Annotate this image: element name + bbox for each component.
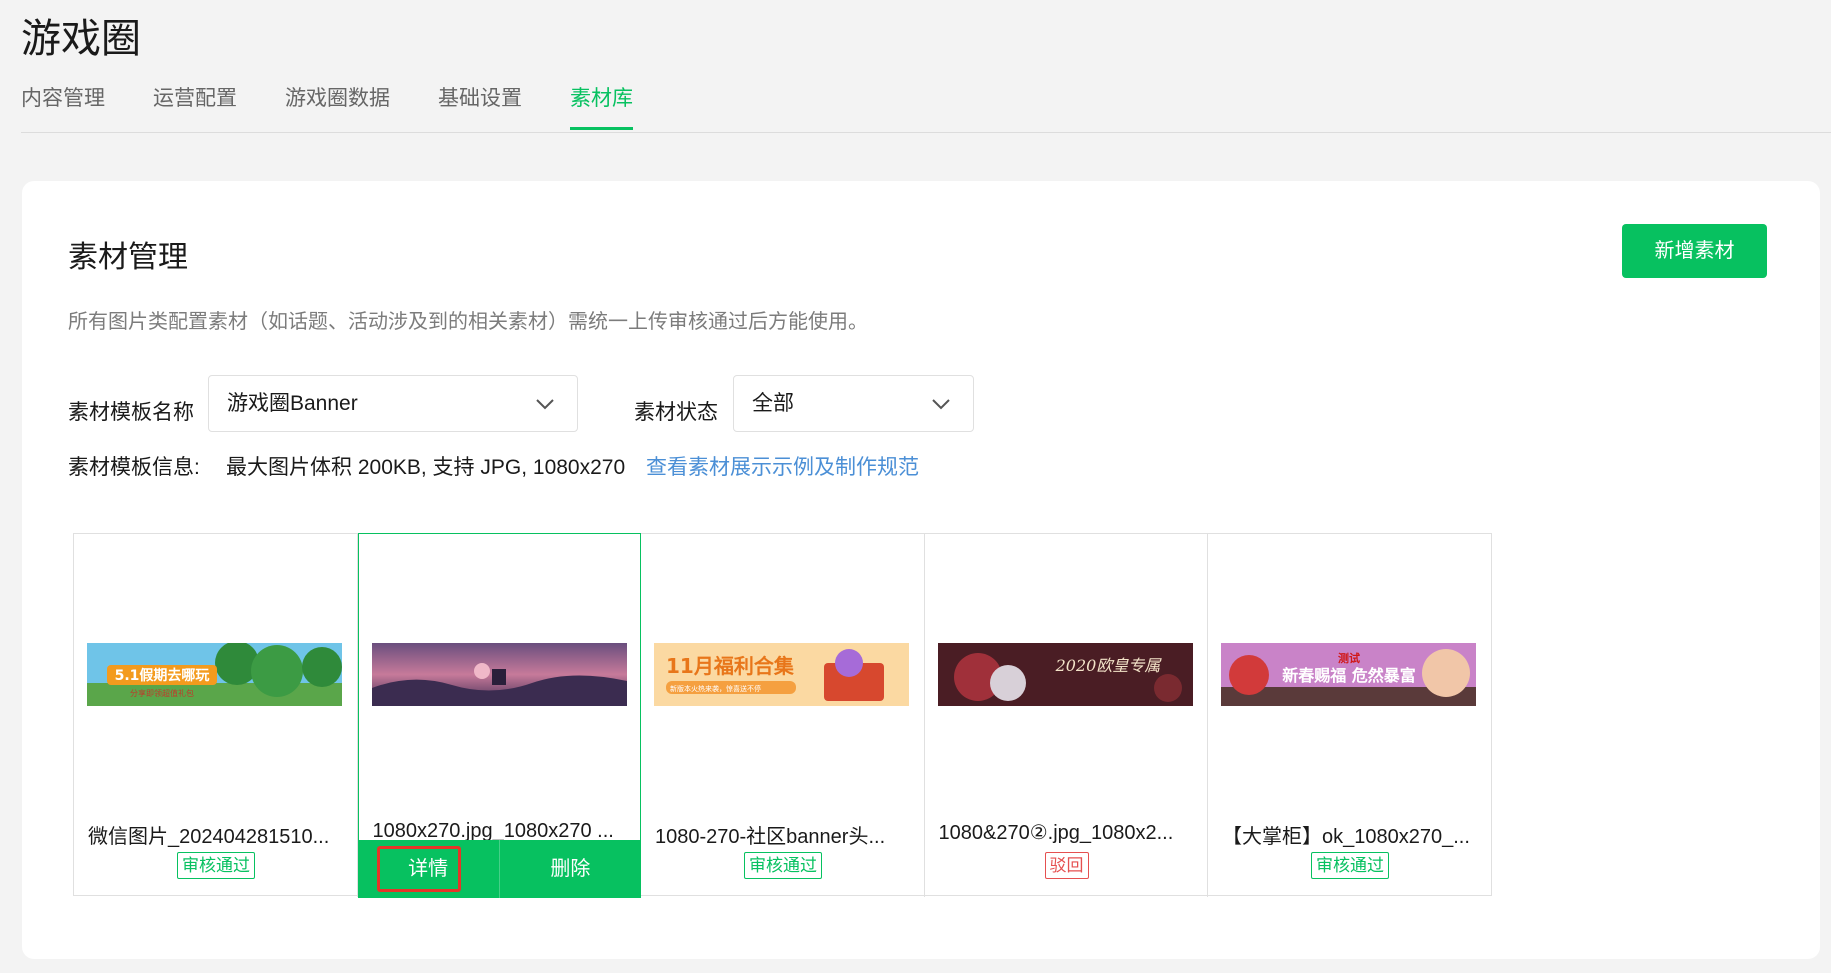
material-thumbnail <box>371 643 627 706</box>
material-grid: 5.1假期去哪玩 分享即领超值礼包 微信图片_202404281510... 审… <box>73 533 1492 898</box>
thumb-title: 新春赐福 危然暴富 <box>1282 666 1416 685</box>
chevron-down-icon <box>932 399 950 410</box>
status-select-value: 全部 <box>752 392 794 415</box>
material-name: 1080-270-社区banner头... <box>655 826 886 848</box>
material-card[interactable]: 5.1假期去哪玩 分享即领超值礼包 微信图片_202404281510... 审… <box>74 534 358 897</box>
header: 游戏圈 内容管理 运营配置 游戏圈数据 基础设置 素材库 <box>0 0 1831 133</box>
template-name-label: 素材模板名称 <box>68 401 194 424</box>
card-actions: 详情 删除 <box>357 840 641 898</box>
status-select[interactable]: 全部 <box>733 375 974 432</box>
material-name: 微信图片_202404281510... <box>88 826 330 848</box>
chevron-down-icon <box>536 399 554 410</box>
tab-game-circle-data[interactable]: 游戏圈数据 <box>285 80 390 130</box>
material-card[interactable]: 1080x270.jpg_1080x270 ... 详情 删除 <box>357 533 641 898</box>
tab-bar: 内容管理 运营配置 游戏圈数据 基础设置 素材库 <box>21 80 681 130</box>
status-badge: 审核通过 <box>1311 852 1389 879</box>
tab-material-library[interactable]: 素材库 <box>570 80 633 130</box>
material-name: 【大掌柜】ok_1080x270_... <box>1222 826 1470 848</box>
tab-basic-settings[interactable]: 基础设置 <box>438 80 522 130</box>
thumb-title: 11月福利合集 <box>666 654 795 678</box>
status-badge: 审核通过 <box>177 852 255 879</box>
material-card[interactable]: 2020欧皇专属 1080&270②.jpg_1080x2... 驳回 <box>925 534 1208 897</box>
status-badge: 驳回 <box>1044 852 1089 879</box>
thumb-tag: 测试 <box>1338 651 1360 665</box>
material-name: 1080&270②.jpg_1080x2... <box>938 822 1174 844</box>
template-info-label: 素材模板信息: <box>68 456 200 479</box>
template-select[interactable]: 游戏圈Banner <box>208 375 578 432</box>
tab-content-management[interactable]: 内容管理 <box>21 80 105 130</box>
material-card[interactable]: 测试 新春赐福 危然暴富 【大掌柜】ok_1080x270_... 审核通过 <box>1208 534 1492 897</box>
thumb-subtitle: 分享即领超值礼包 <box>130 688 194 698</box>
add-material-button[interactable]: 新增素材 <box>1622 224 1767 278</box>
status-badge: 审核通过 <box>744 852 822 879</box>
delete-button[interactable]: 删除 <box>498 840 641 898</box>
material-thumbnail: 2020欧皇专属 <box>937 643 1193 706</box>
material-thumbnail: 11月福利合集 新版本火热来袭，惊喜送不停 <box>654 643 909 706</box>
template-select-value: 游戏圈Banner <box>227 392 358 415</box>
template-info-value: 最大图片体积 200KB, 支持 JPG, 1080x270 <box>226 456 626 479</box>
material-management-card: 素材管理 新增素材 所有图片类配置素材（如话题、活动涉及到的相关素材）需统一上传… <box>22 181 1820 959</box>
thumb-title: 5.1假期去哪玩 <box>115 667 210 684</box>
tabs-divider <box>21 132 1831 133</box>
status-label: 素材状态 <box>634 401 718 424</box>
app-title: 游戏圈 <box>21 17 141 61</box>
thumb-subtitle: 新版本火热来袭，惊喜送不停 <box>670 684 761 693</box>
view-spec-link[interactable]: 查看素材展示示例及制作规范 <box>646 451 919 481</box>
material-thumbnail: 5.1假期去哪玩 分享即领超值礼包 <box>87 643 342 706</box>
tab-operation-config[interactable]: 运营配置 <box>153 80 237 130</box>
thumb-title: 2020欧皇专属 <box>1054 656 1162 675</box>
card-title: 素材管理 <box>68 241 188 274</box>
material-card[interactable]: 11月福利合集 新版本火热来袭，惊喜送不停 1080-270-社区banner头… <box>641 534 925 897</box>
material-thumbnail: 测试 新春赐福 危然暴富 <box>1221 643 1476 706</box>
card-description: 所有图片类配置素材（如话题、活动涉及到的相关素材）需统一上传审核通过后方能使用。 <box>68 311 868 333</box>
detail-button[interactable]: 详情 <box>358 840 499 898</box>
